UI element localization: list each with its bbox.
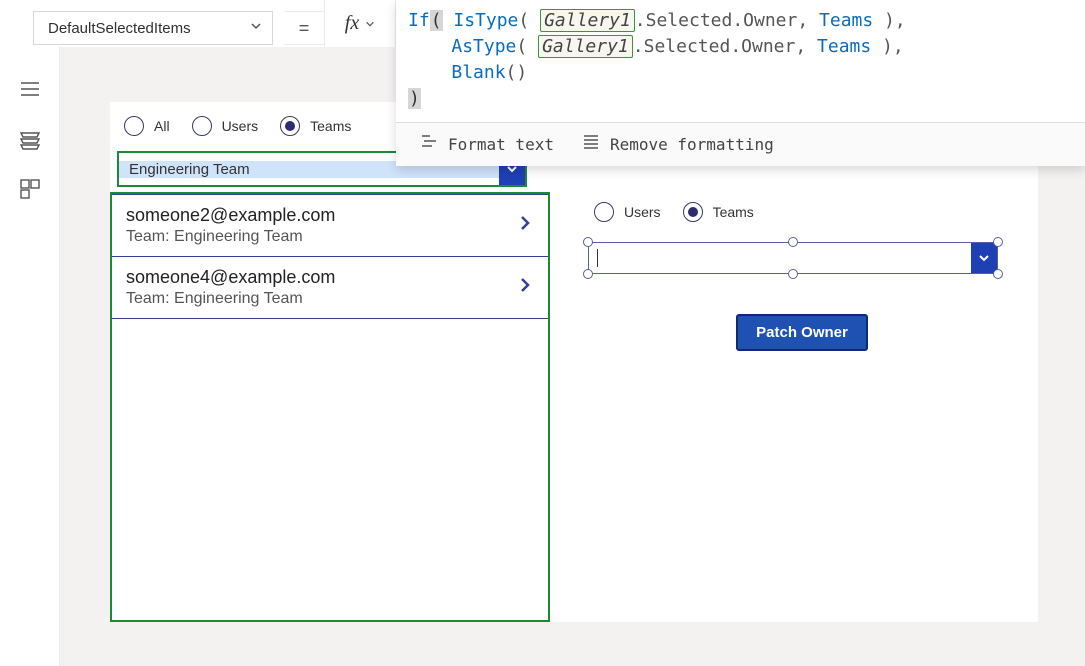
radio-users[interactable] — [192, 116, 212, 136]
gallery-item-subtitle: Team: Engineering Team — [126, 228, 516, 246]
left-column: All Users Teams Engineering Team someone… — [110, 102, 550, 622]
formula-toolbar: Format text Remove formatting — [396, 122, 1085, 166]
radio-teams[interactable] — [280, 116, 300, 136]
formula-line: ) — [408, 86, 1073, 112]
tree-view-icon[interactable] — [18, 127, 42, 151]
radio-label: All — [154, 118, 170, 134]
resize-handle[interactable] — [788, 237, 798, 247]
resize-handle[interactable] — [583, 237, 593, 247]
radio-teams[interactable] — [683, 202, 703, 222]
gallery-item-subtitle: Team: Engineering Team — [126, 290, 516, 308]
fx-label: fx — [345, 12, 359, 35]
chevron-right-icon[interactable] — [516, 214, 534, 237]
formula-line: AsType( Gallery1.Selected.Owner, Teams )… — [408, 34, 1073, 60]
right-column: Users Teams Patch Owner — [580, 194, 1024, 351]
gallery-item-title: someone2@example.com — [126, 205, 516, 226]
remove-formatting-button[interactable]: Remove formatting — [582, 132, 774, 158]
gallery-item[interactable]: someone2@example.com Team: Engineering T… — [112, 194, 548, 257]
formula-line: Blank() — [408, 60, 1073, 86]
right-radio-group[interactable]: Users Teams — [580, 194, 1024, 230]
chevron-down-icon[interactable] — [971, 243, 997, 273]
left-rail — [0, 47, 60, 666]
text-cursor — [597, 249, 598, 267]
remove-formatting-icon — [582, 132, 600, 158]
resize-handle[interactable] — [993, 237, 1003, 247]
format-text-icon — [420, 132, 438, 158]
property-dropdown[interactable]: DefaultSelectedItems — [33, 11, 273, 45]
formula-bar[interactable]: If( IsType( Gallery1.Selected.Owner, Tea… — [396, 0, 1085, 166]
chevron-right-icon[interactable] — [516, 276, 534, 299]
gallery-item-title: someone4@example.com — [126, 267, 516, 288]
gallery[interactable]: someone2@example.com Team: Engineering T… — [110, 192, 550, 622]
radio-users[interactable] — [594, 202, 614, 222]
components-icon[interactable] — [18, 177, 42, 201]
format-text-button[interactable]: Format text — [420, 132, 554, 158]
format-text-label: Format text — [448, 132, 554, 158]
fx-dropdown[interactable]: fx — [324, 0, 396, 47]
resize-handle[interactable] — [993, 269, 1003, 279]
radio-all[interactable] — [124, 116, 144, 136]
equals-sign: = — [284, 11, 324, 45]
chevron-down-icon — [365, 19, 375, 29]
screen[interactable]: All Users Teams Engineering Team someone… — [110, 102, 1038, 622]
hamburger-icon[interactable] — [18, 77, 42, 101]
radio-label: Teams — [310, 118, 351, 134]
resize-handle[interactable] — [788, 269, 798, 279]
radio-label: Teams — [713, 204, 754, 220]
radio-label: Users — [222, 118, 259, 134]
property-dropdown-value: DefaultSelectedItems — [34, 20, 240, 37]
gallery-item[interactable]: someone4@example.com Team: Engineering T… — [112, 256, 548, 319]
radio-label: Users — [624, 204, 661, 220]
formula-line: If( IsType( Gallery1.Selected.Owner, Tea… — [408, 8, 1073, 34]
remove-formatting-label: Remove formatting — [610, 132, 774, 158]
patch-owner-button[interactable]: Patch Owner — [736, 314, 868, 351]
resize-handle[interactable] — [583, 269, 593, 279]
chevron-down-icon — [240, 19, 272, 37]
selected-combobox-control[interactable] — [580, 234, 1024, 278]
